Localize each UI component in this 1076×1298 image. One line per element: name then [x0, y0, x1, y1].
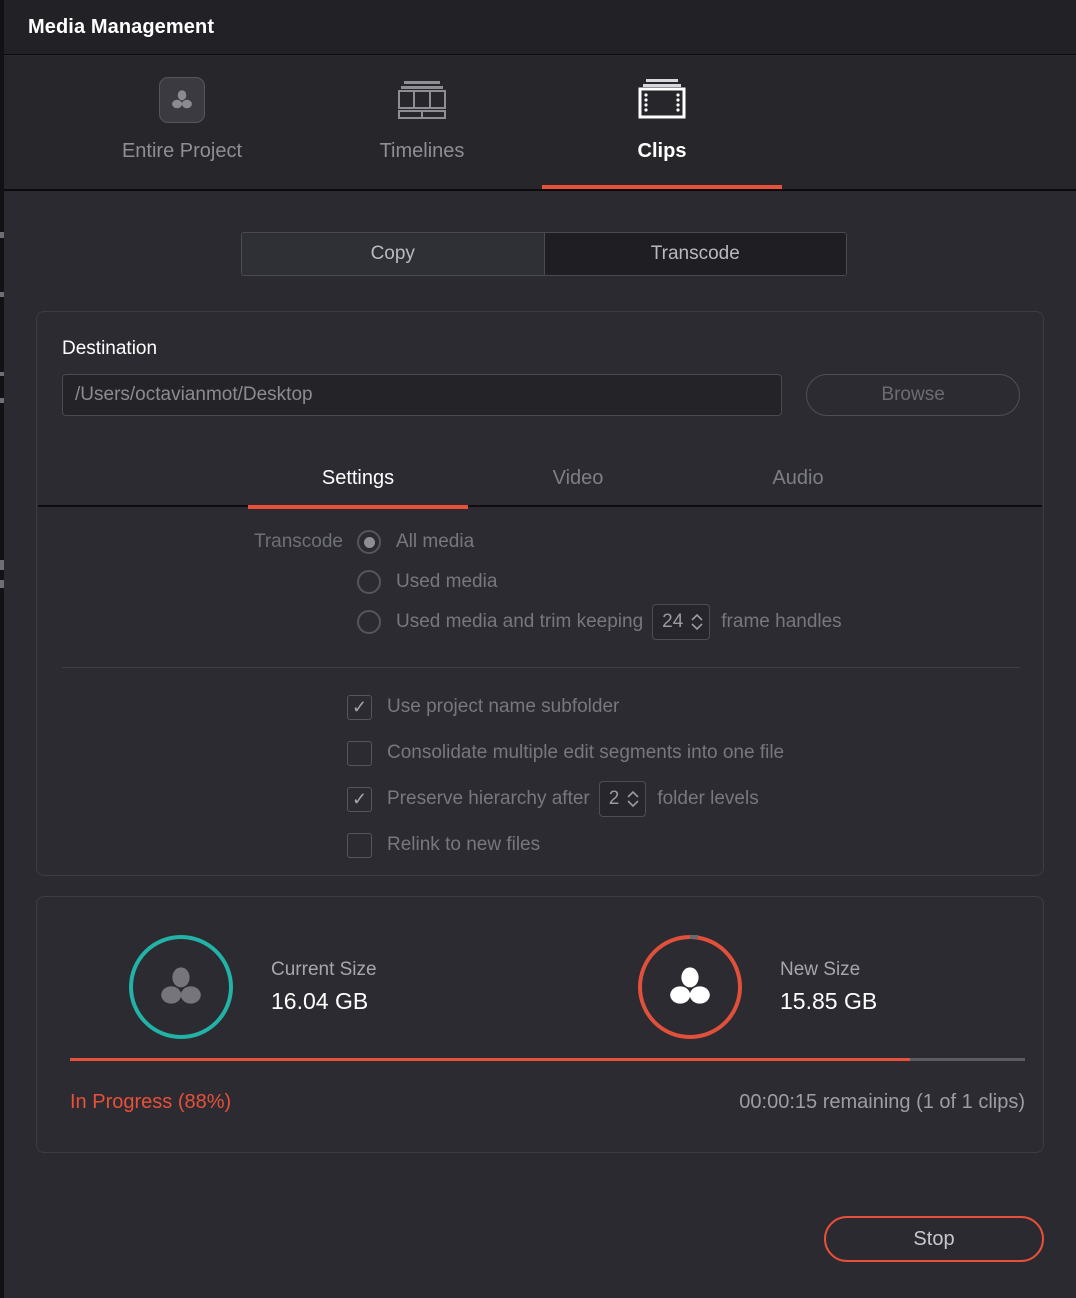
- subtab-video[interactable]: Video: [468, 449, 688, 507]
- new-size-block: New Size 15.85 GB: [638, 935, 877, 1039]
- progress-panel: Current Size 16.04 GB New Size 15.85 GB: [36, 896, 1044, 1153]
- check-row-preserve-hierarchy: ✓ Preserve hierarchy after 2 folder leve…: [37, 776, 1043, 822]
- progress-bar: [70, 1058, 1025, 1061]
- radio-all-media-label: All media: [396, 531, 475, 552]
- checkbox-relink-to-new-files-label: Relink to new files: [387, 834, 541, 855]
- check-row-project-subfolder: ✓ Use project name subfolder: [37, 684, 1043, 730]
- destination-input[interactable]: /Users/octavianmot/Desktop: [62, 374, 783, 416]
- destination-heading: Destination: [62, 338, 158, 359]
- current-size-ring-icon: [129, 935, 233, 1039]
- settings-subtabs: Settings Video Audio: [38, 449, 1042, 509]
- current-size-label: Current Size: [271, 959, 377, 980]
- transcode-button[interactable]: Transcode: [544, 233, 846, 275]
- new-size-ring-icon: [638, 935, 742, 1039]
- checkbox-consolidate-segments[interactable]: [347, 740, 372, 766]
- resolve-logo-icon: [159, 74, 205, 126]
- radio-row-all-media: Transcode All media: [37, 522, 1043, 562]
- tab-entire-project[interactable]: Entire Project: [62, 56, 302, 189]
- browse-button[interactable]: Browse: [806, 374, 1020, 416]
- radio-row-used-media-trim: Used media and trim keeping 24 frame han…: [37, 602, 1043, 642]
- status-badge: In Progress (88%): [70, 1091, 232, 1113]
- radio-used-media-trim-label: Used media and trim keeping: [396, 611, 644, 632]
- destination-row: /Users/octavianmot/Desktop Browse: [62, 374, 1020, 416]
- transcode-radio-group: Transcode All media Used media Used medi…: [37, 522, 1043, 642]
- stepper-arrows-icon: [626, 790, 640, 808]
- progress-bar-fill: [70, 1058, 911, 1061]
- folder-levels-value: 2: [608, 788, 620, 809]
- frame-handles-stepper[interactable]: 24: [652, 604, 711, 640]
- mode-toggle: Copy Transcode: [241, 232, 847, 276]
- subtab-audio[interactable]: Audio: [688, 449, 908, 507]
- page-title: Media Management: [28, 15, 215, 38]
- settings-panel: Destination /Users/octavianmot/Desktop B…: [36, 311, 1044, 876]
- checkbox-preserve-hierarchy[interactable]: ✓: [347, 786, 372, 812]
- tab-clips[interactable]: Clips: [542, 56, 782, 189]
- title-bar: Media Management: [4, 0, 1076, 55]
- radio-used-media-label: Used media: [396, 571, 498, 592]
- check-row-consolidate: Consolidate multiple edit segments into …: [37, 730, 1043, 776]
- transcode-group-label: Transcode: [253, 531, 343, 552]
- media-management-window: Media Management Entire Project Timeline…: [0, 0, 1076, 1298]
- new-size-value: 15.85 GB: [780, 988, 878, 1014]
- film-strip-icon: [637, 74, 687, 126]
- tab-entire-project-label: Entire Project: [121, 140, 243, 162]
- content-area: Copy Transcode Destination /Users/octavi…: [4, 193, 1076, 1298]
- folder-levels-suffix: folder levels: [657, 788, 759, 809]
- radio-used-media-trim[interactable]: [357, 610, 381, 634]
- folder-levels-stepper[interactable]: 2: [598, 781, 647, 817]
- new-size-label: New Size: [780, 959, 861, 980]
- remaining-time-text: 00:00:15 remaining (1 of 1 clips): [739, 1091, 1025, 1113]
- status-row: In Progress (88%) 00:00:15 remaining (1 …: [70, 1091, 1025, 1114]
- tab-clips-label: Clips: [637, 140, 687, 162]
- subtab-settings[interactable]: Settings: [248, 449, 468, 509]
- radio-row-used-media: Used media: [37, 562, 1043, 602]
- stepper-arrows-icon: [690, 613, 704, 631]
- frame-handles-suffix: frame handles: [721, 611, 842, 632]
- checkbox-relink-to-new-files[interactable]: [347, 832, 372, 858]
- current-size-value: 16.04 GB: [271, 988, 369, 1014]
- radio-used-media[interactable]: [357, 570, 381, 594]
- check-row-relink: Relink to new files: [37, 822, 1043, 868]
- top-tab-strip: Entire Project Timelines Clips: [4, 56, 1076, 191]
- checkbox-use-project-name-subfolder-label: Use project name subfolder: [387, 696, 620, 717]
- copy-button[interactable]: Copy: [242, 233, 545, 275]
- stop-button[interactable]: Stop: [824, 1216, 1044, 1262]
- tab-timelines-label: Timelines: [379, 140, 465, 162]
- timeline-icon: [396, 74, 448, 126]
- current-size-block: Current Size 16.04 GB: [129, 935, 377, 1039]
- checkbox-consolidate-segments-label: Consolidate multiple edit segments into …: [387, 742, 785, 763]
- radio-all-media[interactable]: [357, 530, 381, 554]
- tab-timelines[interactable]: Timelines: [302, 56, 542, 189]
- options-checkbox-group: ✓ Use project name subfolder Consolidate…: [37, 684, 1043, 868]
- checkbox-use-project-name-subfolder[interactable]: ✓: [347, 694, 372, 720]
- frame-handles-value: 24: [662, 611, 684, 632]
- checkbox-preserve-hierarchy-label: Preserve hierarchy after: [387, 788, 590, 809]
- settings-divider: [62, 667, 1020, 668]
